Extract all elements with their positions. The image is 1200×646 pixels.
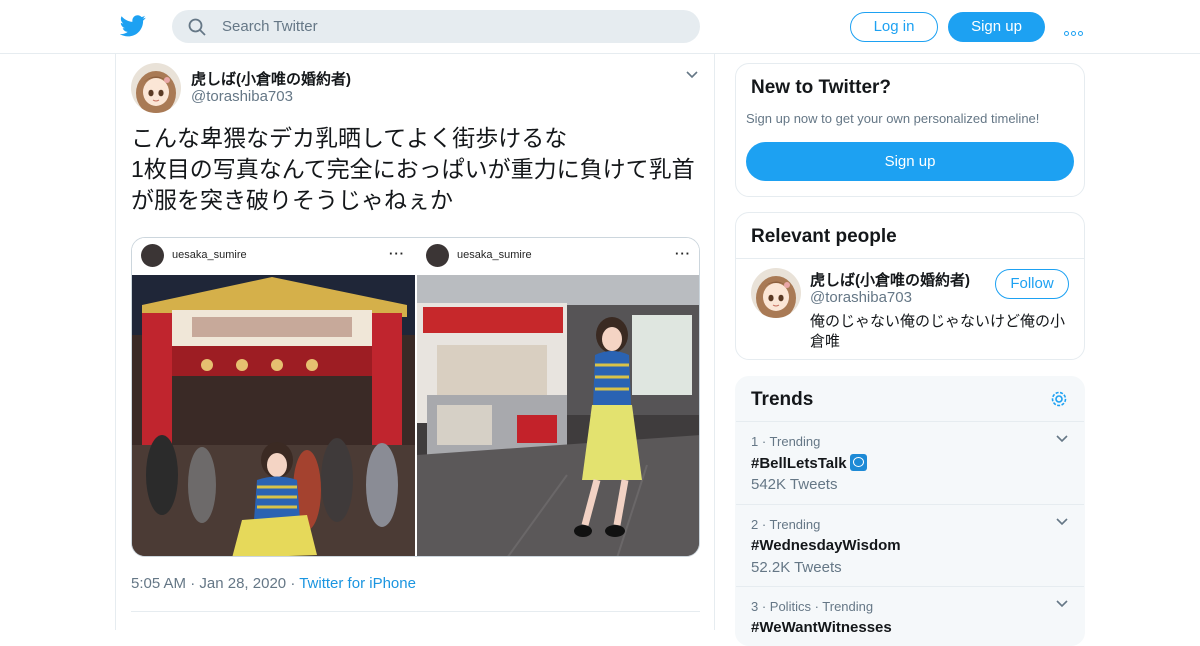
relevant-people-card: Relevant people 虎しば(小倉唯の婚約者) @torashiba7… <box>735 212 1085 360</box>
avatar[interactable] <box>131 63 181 113</box>
photo-street-stall <box>417 275 699 556</box>
tweet-source-link[interactable]: Twitter for iPhone <box>299 575 416 592</box>
tweet-meta: 5:05 AM · Jan 28, 2020 · Twitter for iPh… <box>131 575 416 592</box>
search-input[interactable] <box>222 10 682 43</box>
follow-button[interactable]: Follow <box>995 269 1069 299</box>
tweet-column: 虎しば(小倉唯の婚約者) @torashiba703 こんな卑猥なデカ乳晒してよ… <box>115 54 715 630</box>
tweet-text-line-1: こんな卑猥なデカ乳晒してよく街歩けるな <box>131 125 568 151</box>
trend-tag[interactable]: #BellLetsTalk <box>751 454 867 472</box>
trends-card: Trends 1 · Trending #BellLetsTalk 542K T… <box>735 376 1085 646</box>
trend-count: 542K Tweets <box>751 476 838 493</box>
avatar <box>141 244 164 267</box>
person-handle[interactable]: @torashiba703 <box>810 289 912 306</box>
more-icon[interactable] <box>1064 23 1086 36</box>
tweet-date[interactable]: Jan 28, 2020 <box>199 575 286 592</box>
card-title: Trends <box>751 389 814 410</box>
card-subtitle: Sign up now to get your own personalized… <box>746 111 1040 126</box>
tweet-photo-1[interactable]: uesaka_sumire ··· <box>132 238 415 556</box>
gear-icon[interactable] <box>1049 389 1069 409</box>
login-button[interactable]: Log in <box>850 12 938 42</box>
search-box[interactable] <box>172 10 700 43</box>
tweet-time[interactable]: 5:05 AM <box>131 575 186 592</box>
trend-context: 1 · Trending <box>751 434 821 449</box>
tweet-author-name[interactable]: 虎しば(小倉唯の婚約者) <box>191 68 351 89</box>
card-title: Relevant people <box>751 226 897 247</box>
signup-button[interactable]: Sign up <box>948 12 1045 42</box>
avatar[interactable] <box>751 268 801 318</box>
chevron-down-icon[interactable] <box>685 70 699 80</box>
tweet-photo-2[interactable]: uesaka_sumire ··· <box>417 238 699 556</box>
trend-tag[interactable]: #WeWantWitnesses <box>751 619 892 636</box>
chevron-down-icon[interactable] <box>1055 599 1069 609</box>
bell-emoji-icon <box>849 454 867 471</box>
more-icon: ··· <box>389 246 405 261</box>
trend-count: 52.2K Tweets <box>751 559 842 576</box>
tweet-text-line-2: 1枚目の写真なんて完全におっぱいが重力に負けて乳首が服を突き破りそうじゃねぇか <box>131 156 695 213</box>
new-to-twitter-card: New to Twitter? Sign up now to get your … <box>735 63 1085 197</box>
divider <box>131 611 700 612</box>
trend-context: 2 · Trending <box>751 517 821 532</box>
trend-item[interactable]: 3 · Politics · Trending #WeWantWitnesses <box>736 586 1084 645</box>
divider <box>736 258 1084 259</box>
search-icon <box>188 18 206 36</box>
card-title: New to Twitter? <box>751 77 892 98</box>
avatar <box>426 244 449 267</box>
trend-item[interactable]: 1 · Trending #BellLetsTalk 542K Tweets <box>736 421 1084 503</box>
top-bar: Log in Sign up <box>0 0 1200 54</box>
more-icon: ··· <box>675 246 691 261</box>
tweet-text: こんな卑猥なデカ乳晒してよく街歩けるな 1枚目の写真なんて完全におっぱいが重力に… <box>131 123 701 216</box>
instagram-header: uesaka_sumire ··· <box>132 238 415 275</box>
instagram-username: uesaka_sumire <box>172 249 247 261</box>
twitter-bird-icon[interactable] <box>120 14 146 38</box>
sidebar-signup-button[interactable]: Sign up <box>746 142 1074 181</box>
person-name[interactable]: 虎しば(小倉唯の婚約者) <box>810 269 970 290</box>
chevron-down-icon[interactable] <box>1055 434 1069 444</box>
trend-tag[interactable]: #WednesdayWisdom <box>751 537 901 554</box>
photo-night-market-gate <box>132 275 415 556</box>
person-bio: 俺のじゃない俺のじゃないけど俺の小倉唯 <box>810 313 1066 350</box>
trend-tag-text: #BellLetsTalk <box>751 455 847 472</box>
chevron-down-icon[interactable] <box>1055 517 1069 527</box>
instagram-header: uesaka_sumire ··· <box>417 238 699 275</box>
trend-item[interactable]: 2 · Trending #WednesdayWisdom 52.2K Twee… <box>736 504 1084 586</box>
instagram-username: uesaka_sumire <box>457 249 532 261</box>
tweet-author-handle[interactable]: @torashiba703 <box>191 88 293 105</box>
tweet-media[interactable]: uesaka_sumire ··· uesaka_sumire ··· <box>131 237 700 557</box>
trend-context: 3 · Politics · Trending <box>751 599 874 614</box>
